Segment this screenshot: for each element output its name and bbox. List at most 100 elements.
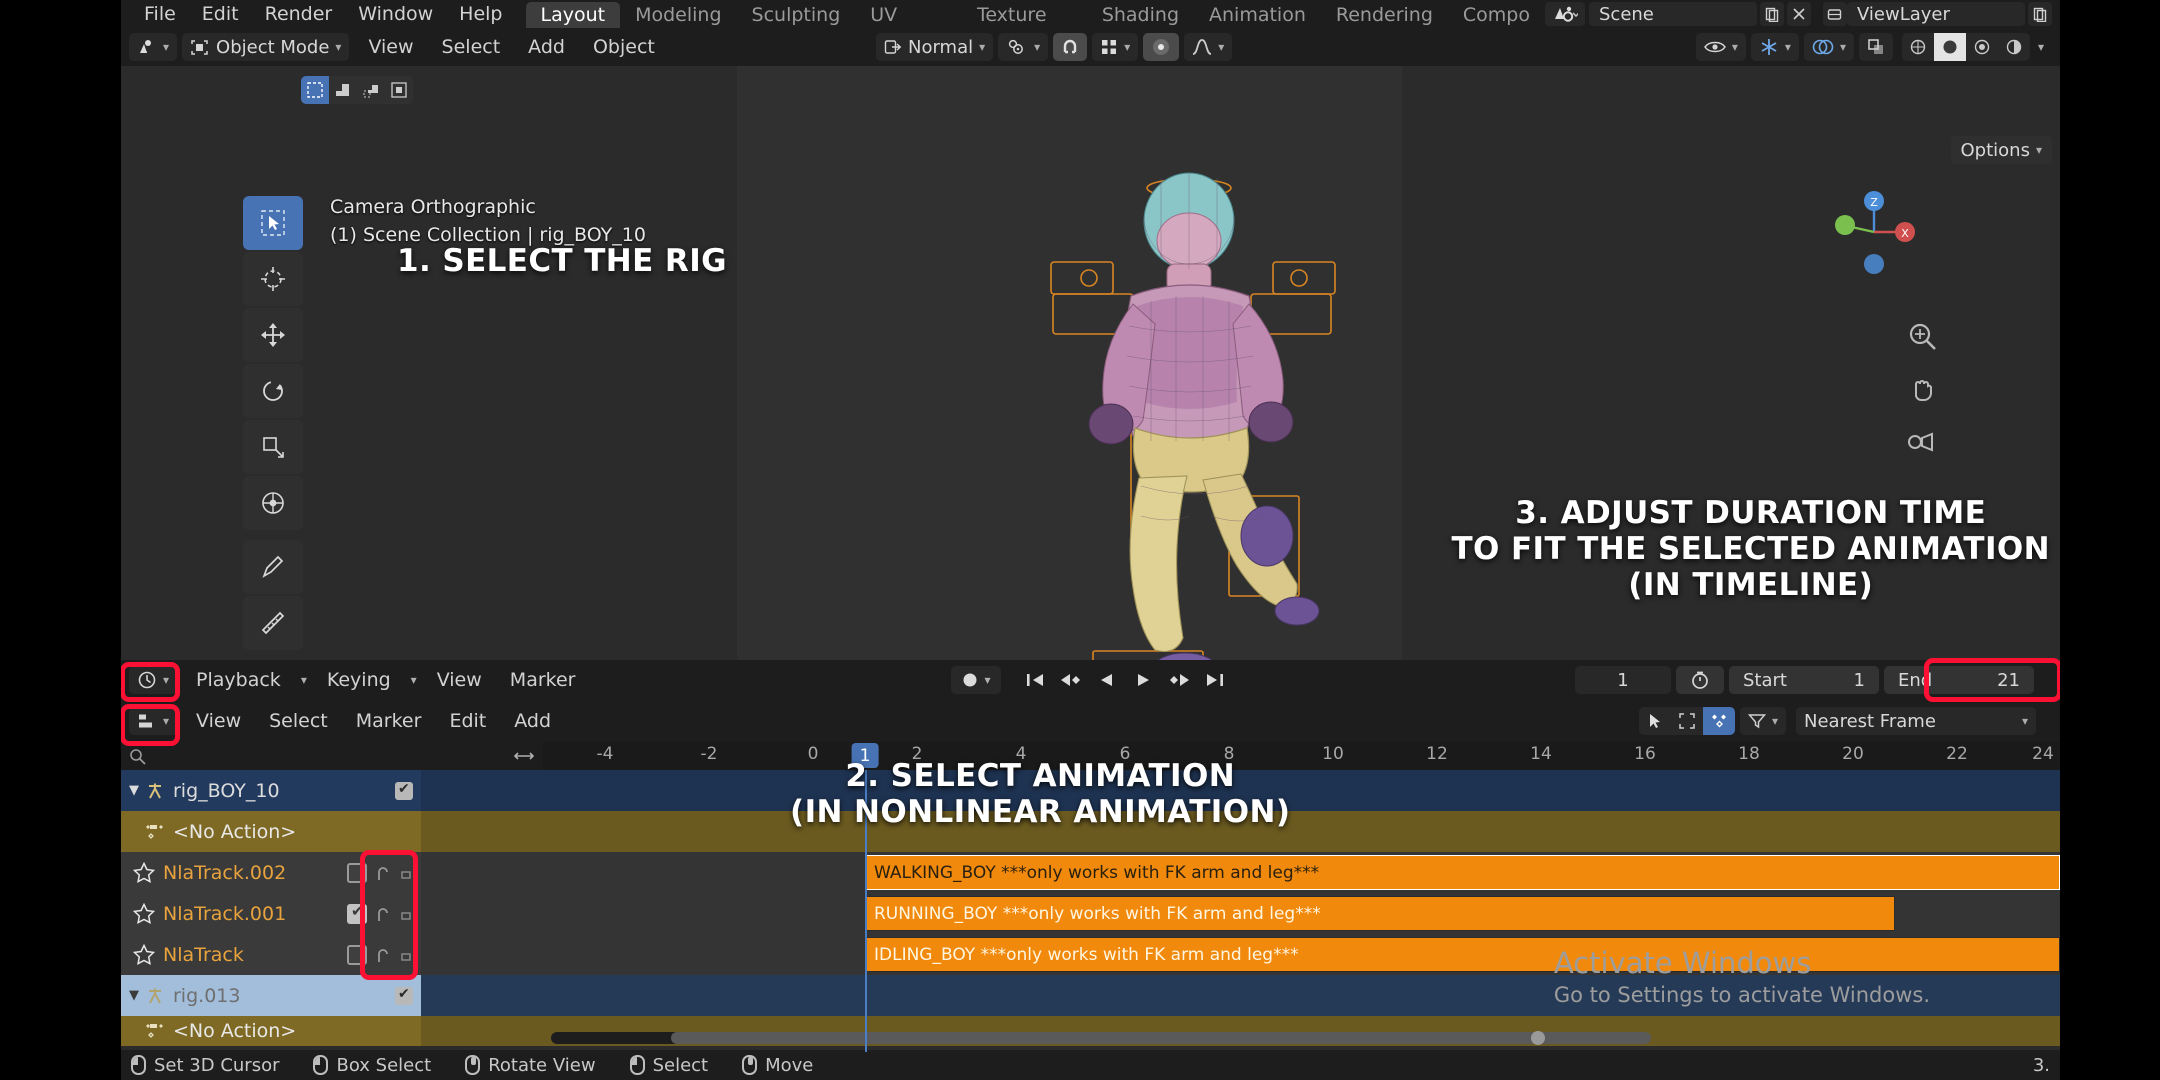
shading-rendered-icon[interactable] xyxy=(1998,33,2030,61)
mute-icon[interactable] xyxy=(375,864,391,882)
new-viewlayer-icon[interactable] xyxy=(2028,2,2052,26)
scrollbar-handle[interactable] xyxy=(1531,1031,1545,1045)
nla-menu-add[interactable]: Add xyxy=(500,710,565,732)
nla-strip[interactable]: RUNNING_BOY ***only works with FK arm an… xyxy=(865,896,1895,931)
timeline-menu-keying[interactable]: Keying xyxy=(313,669,405,691)
channel-nlatrack-002[interactable]: NlaTrack.002 xyxy=(121,852,421,893)
strip-row-object-2[interactable] xyxy=(421,975,2060,1016)
channel-rig-boy-10[interactable]: ▼ rig_BOY_10 xyxy=(121,770,421,811)
scrollbar-thumb[interactable] xyxy=(671,1032,1651,1044)
channel-nlatrack-001[interactable]: NlaTrack.001 xyxy=(121,893,421,934)
select-box-tool[interactable] xyxy=(243,196,303,250)
timeline-editor-icon[interactable]: ▾ xyxy=(129,666,178,694)
menu-help[interactable]: Help xyxy=(446,0,515,28)
box-select-icon[interactable] xyxy=(1671,707,1703,735)
cursor-tool[interactable] xyxy=(243,252,303,306)
tweak-cursor-icon[interactable] xyxy=(1639,707,1671,735)
jump-to-end-icon[interactable] xyxy=(1199,666,1231,694)
zoom-icon[interactable] xyxy=(1907,321,1937,351)
star-icon[interactable] xyxy=(133,862,155,883)
transform-tool[interactable] xyxy=(243,476,303,530)
star-icon[interactable] xyxy=(133,944,155,965)
play-reverse-icon[interactable] xyxy=(1091,666,1123,694)
search-icon[interactable] xyxy=(129,748,146,765)
timeline-menu-marker[interactable]: Marker xyxy=(496,669,590,691)
pivot-point-selector[interactable]: ▾ xyxy=(1092,33,1139,61)
scene-name-field[interactable]: Scene xyxy=(1589,2,1757,26)
nla-editor-icon[interactable]: ▾ xyxy=(129,707,178,735)
tweak-select-icon[interactable] xyxy=(301,76,329,104)
viewlayer-browse-icon[interactable] xyxy=(1823,2,1847,26)
disclosure-triangle-icon[interactable]: ▼ xyxy=(129,783,139,798)
current-frame-field[interactable]: 1 xyxy=(1575,666,1671,694)
play-icon[interactable] xyxy=(1127,666,1159,694)
circle-select-icon[interactable] xyxy=(357,76,385,104)
viewport-options-button[interactable]: Options ▾ xyxy=(1950,136,2052,164)
tab-uv-editing[interactable]: UV Editing xyxy=(855,2,962,52)
channel-checkbox[interactable] xyxy=(395,986,413,1005)
rotate-tool[interactable] xyxy=(243,364,303,418)
horizontal-scrollbar[interactable] xyxy=(551,1031,1651,1045)
snapping-mode-selector[interactable]: Nearest Frame ▾ xyxy=(1796,707,2036,735)
navigation-gizmo[interactable]: Z X xyxy=(1828,186,1920,278)
proportional-edit-icon[interactable] xyxy=(1143,33,1180,61)
transform-orientation-selector[interactable]: Normal ▾ xyxy=(876,33,994,61)
shading-solid-icon[interactable] xyxy=(1933,33,1966,61)
start-frame-field[interactable]: Start 1 xyxy=(1729,666,1879,694)
viewport-menu-select[interactable]: Select xyxy=(428,36,515,58)
snap-target-selector[interactable]: ▾ xyxy=(998,33,1049,61)
tab-layout[interactable]: Layout xyxy=(525,2,621,28)
snap-magnet-icon[interactable] xyxy=(1053,33,1088,61)
jump-to-start-icon[interactable] xyxy=(1019,666,1051,694)
menu-render[interactable]: Render xyxy=(252,0,346,28)
menu-edit[interactable]: Edit xyxy=(189,0,252,28)
annotate-tool[interactable] xyxy=(243,540,303,594)
box-select-icon[interactable] xyxy=(329,76,357,104)
channel-nlatrack[interactable]: NlaTrack xyxy=(121,934,421,975)
tab-compositing[interactable]: Compo xyxy=(1448,2,1545,28)
tab-shading[interactable]: Shading xyxy=(1087,2,1194,28)
remove-scene-icon[interactable] xyxy=(1787,2,1811,26)
tab-texture-paint[interactable]: Texture Paint xyxy=(962,2,1087,52)
jump-prev-keyframe-icon[interactable] xyxy=(1055,666,1087,694)
auto-keying-record-icon[interactable]: ▾ xyxy=(950,666,1001,694)
editor-type-icon[interactable]: ▾ xyxy=(129,33,178,61)
nla-time-ruler[interactable]: -4 -2 0 1 2 4 6 8 10 12 14 16 18 20 22 2… xyxy=(543,742,2060,770)
strip-row-track-2[interactable]: RUNNING_BOY ***only works with FK arm an… xyxy=(421,893,2060,934)
filter-funnel-icon[interactable]: ▾ xyxy=(1739,707,1786,735)
track-solo-checkbox[interactable] xyxy=(347,902,367,924)
expand-arrows-icon[interactable] xyxy=(513,749,535,763)
nla-channel-list[interactable]: ▼ rig_BOY_10 <No Action> NlaTrack.002 xyxy=(121,770,421,1046)
nla-menu-marker[interactable]: Marker xyxy=(342,710,436,732)
tab-modeling[interactable]: Modeling xyxy=(620,2,736,28)
shading-material-icon[interactable] xyxy=(1966,33,1998,61)
menu-file[interactable]: File xyxy=(131,0,189,28)
timeline-menu-playback[interactable]: Playback xyxy=(182,669,295,691)
tab-animation[interactable]: Animation xyxy=(1194,2,1321,28)
pan-hand-icon[interactable] xyxy=(1907,375,1937,405)
track-solo-checkbox[interactable] xyxy=(347,862,367,883)
lock-icon[interactable] xyxy=(399,907,413,921)
keyframe-icon[interactable] xyxy=(1702,707,1735,735)
nla-strip[interactable]: IDLING_BOY ***only works with FK arm and… xyxy=(865,937,2060,972)
viewport-menu-view[interactable]: View xyxy=(354,36,427,58)
nla-strip[interactable]: WALKING_BOY ***only works with FK arm an… xyxy=(865,855,2060,890)
viewport-menu-object[interactable]: Object xyxy=(579,36,669,58)
strip-row-track-1[interactable]: WALKING_BOY ***only works with FK arm an… xyxy=(421,852,2060,893)
menu-window[interactable]: Window xyxy=(345,0,446,28)
scene-browse-icon[interactable] xyxy=(1545,2,1585,26)
scale-tool[interactable] xyxy=(243,420,303,474)
visibility-eye-icon[interactable]: ▾ xyxy=(1695,33,1746,61)
track-solo-checkbox[interactable] xyxy=(347,944,367,965)
channel-no-action-1[interactable]: <No Action> xyxy=(121,811,421,852)
disclosure-triangle-icon[interactable]: ▼ xyxy=(129,988,139,1003)
star-icon[interactable] xyxy=(133,903,155,924)
channel-checkbox[interactable] xyxy=(395,781,413,800)
use-preview-range-icon[interactable] xyxy=(1690,670,1710,690)
jump-next-keyframe-icon[interactable] xyxy=(1163,666,1195,694)
channel-rig-013[interactable]: ▼ rig.013 xyxy=(121,975,421,1016)
tab-sculpting[interactable]: Sculpting xyxy=(737,2,856,28)
search-input[interactable] xyxy=(146,745,513,767)
nla-menu-view[interactable]: View xyxy=(182,710,255,732)
shading-wireframe-icon[interactable] xyxy=(1902,33,1934,61)
